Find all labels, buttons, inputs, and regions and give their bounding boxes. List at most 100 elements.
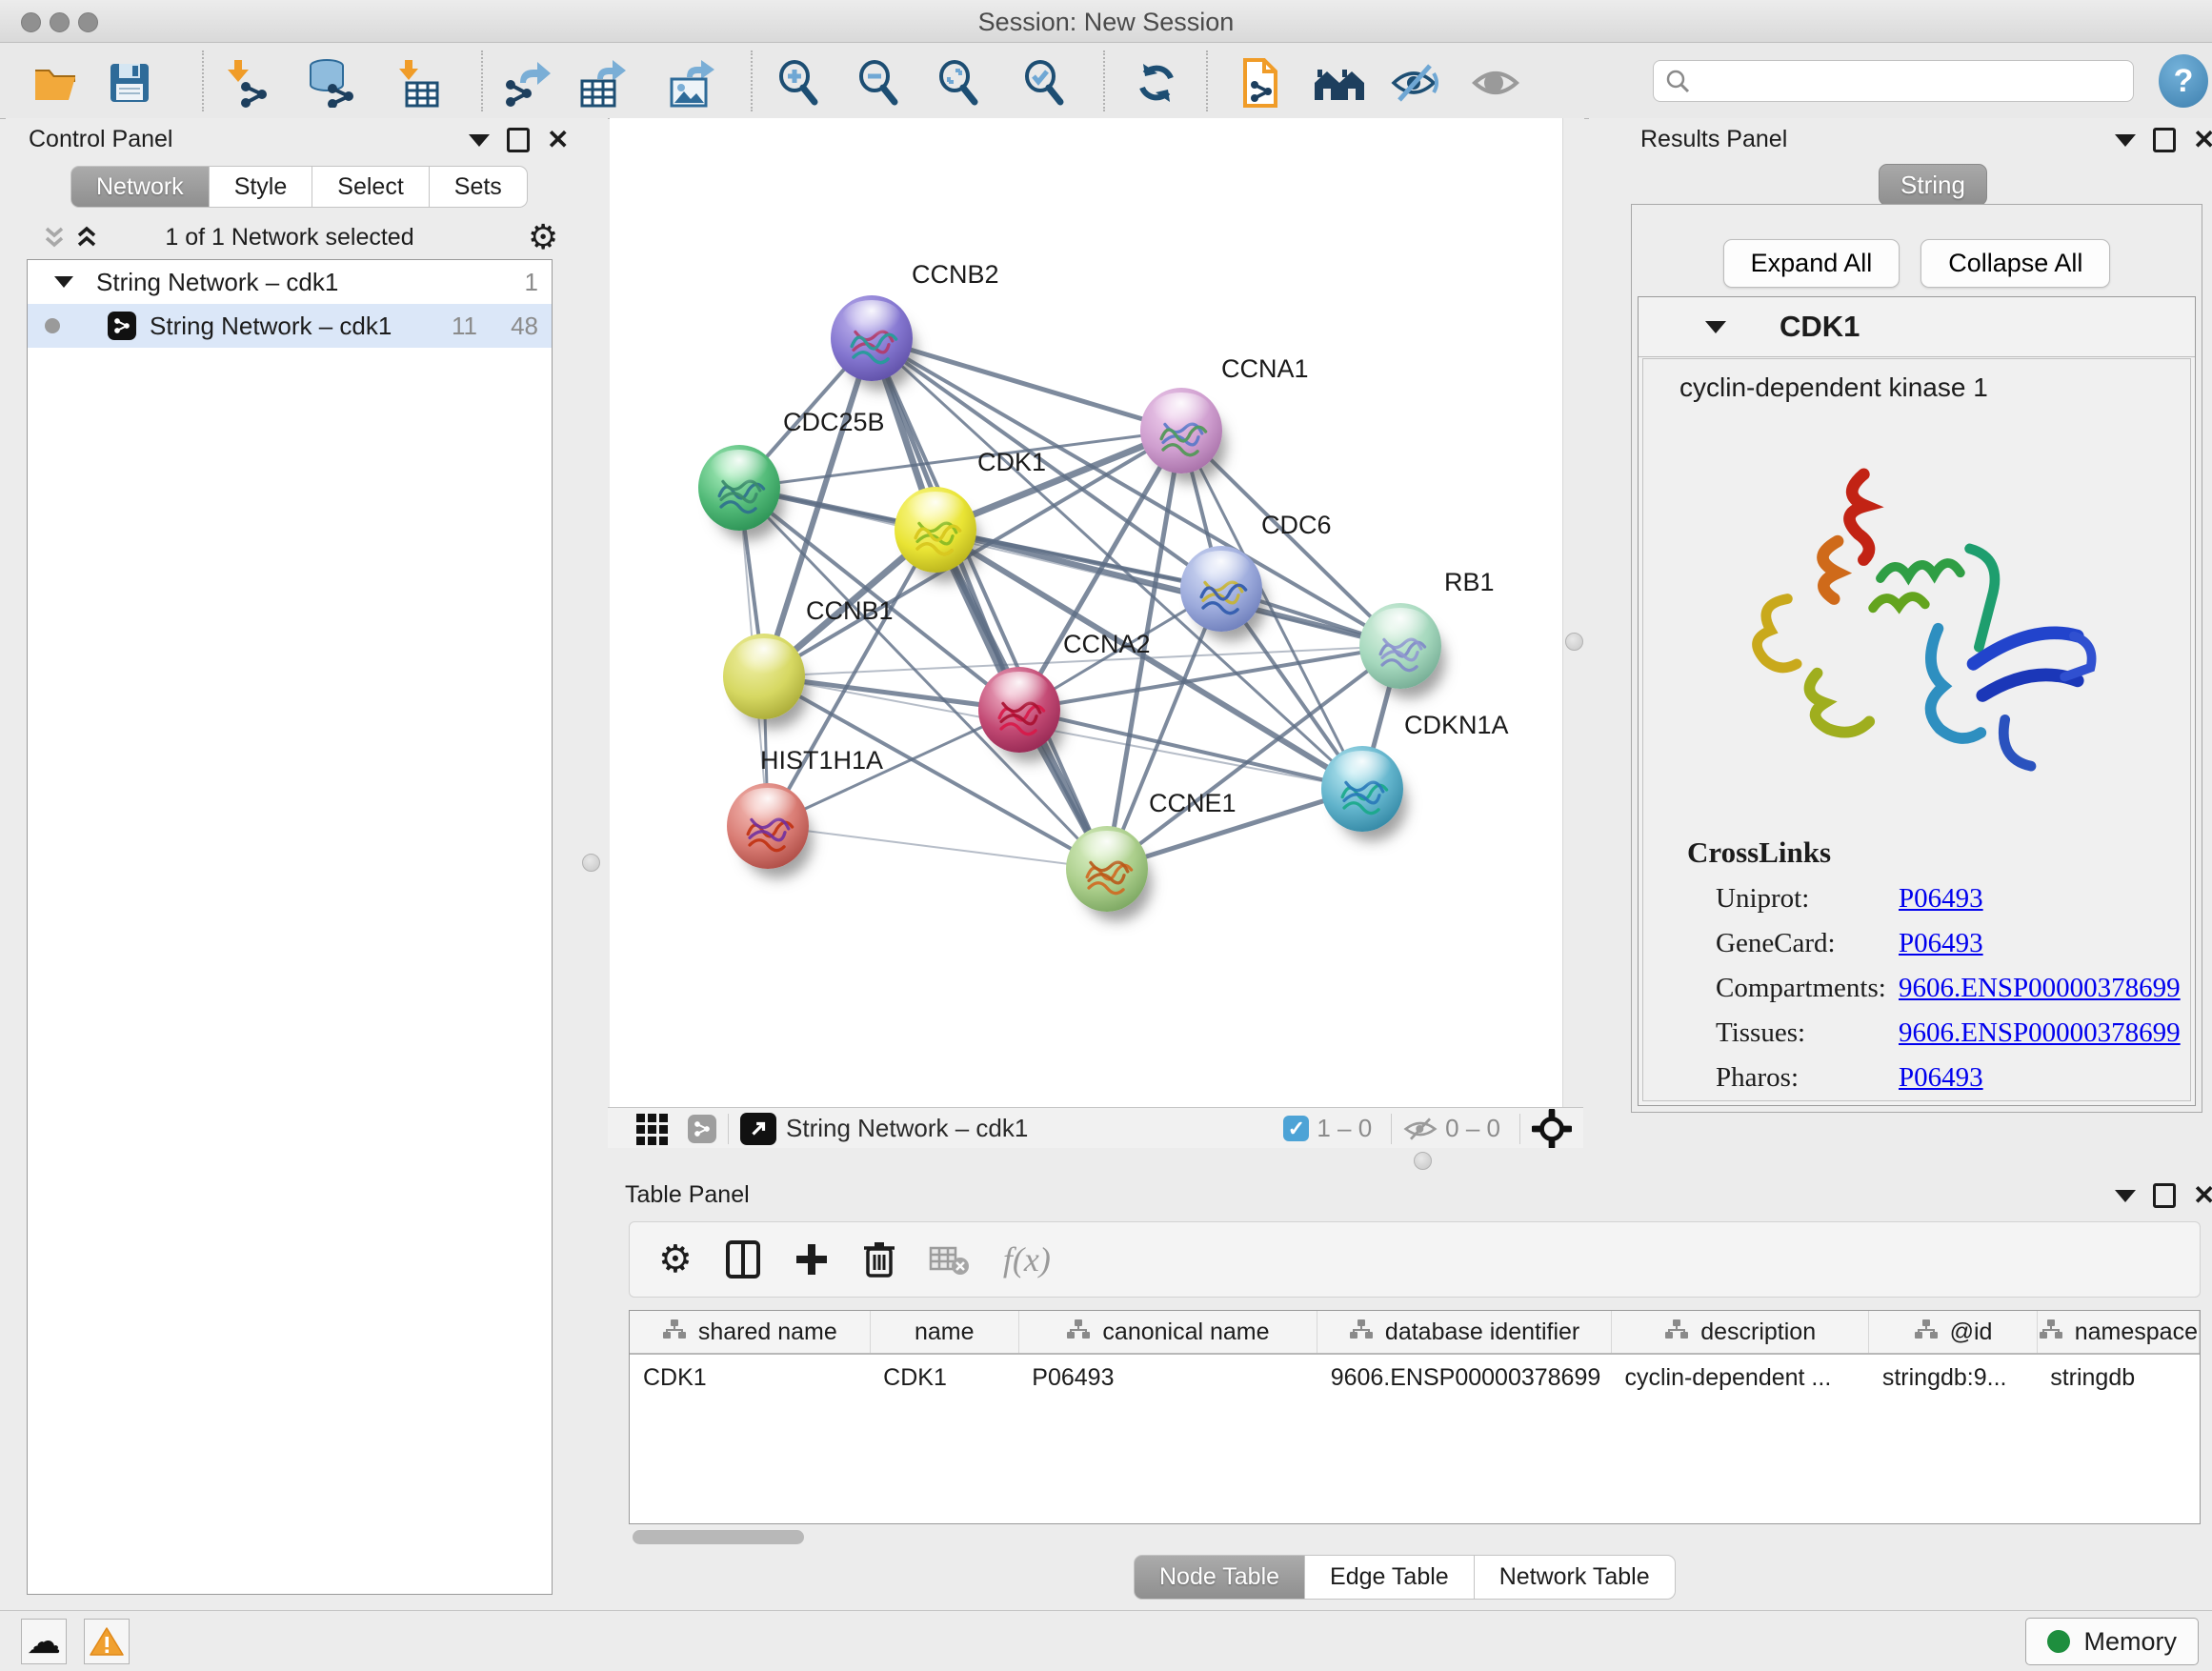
delete-table-icon[interactable]: [929, 1242, 971, 1277]
panel-menu-icon[interactable]: [2115, 134, 2136, 147]
network-node-CDKN1A[interactable]: [1321, 746, 1403, 832]
crosslink-value-link[interactable]: 9606.ENSP00000378699: [1899, 973, 2181, 1004]
right-panel-splitter[interactable]: [1562, 118, 1584, 1107]
splitter-handle[interactable]: [582, 854, 600, 872]
hide-selected-button[interactable]: [1389, 56, 1442, 110]
warnings-button[interactable]: [84, 1619, 130, 1664]
column-header[interactable]: description: [1611, 1311, 1868, 1354]
network-node-CCNB2[interactable]: [831, 295, 913, 381]
tab-sets[interactable]: Sets: [430, 166, 528, 208]
help-button[interactable]: ?: [2159, 54, 2208, 108]
section-expand-icon[interactable]: [1705, 321, 1726, 333]
collection-expand-icon[interactable]: [54, 276, 73, 288]
network-edge[interactable]: [872, 338, 1107, 869]
table-options-gear-icon[interactable]: ⚙: [658, 1242, 693, 1277]
export-image-button[interactable]: [665, 56, 718, 110]
column-header[interactable]: namespace: [2037, 1311, 2199, 1354]
selected-checkbox-icon[interactable]: ✓: [1283, 1116, 1309, 1141]
panel-menu-icon[interactable]: [469, 134, 490, 147]
splitter-handle[interactable]: [1414, 1152, 1432, 1170]
new-network-from-selection-button[interactable]: [1233, 56, 1286, 110]
tab-edge-table[interactable]: Edge Table: [1305, 1555, 1475, 1600]
search-field[interactable]: [1653, 60, 2134, 102]
column-header[interactable]: name: [870, 1311, 1018, 1354]
network-node-CDC25B[interactable]: [698, 445, 780, 531]
tab-network[interactable]: Network: [70, 166, 210, 208]
table-cell[interactable]: stringdb:9...: [1869, 1354, 2037, 1400]
create-column-icon[interactable]: [794, 1241, 830, 1278]
panel-float-icon[interactable]: [2153, 1183, 2176, 1208]
crosslink-value-link[interactable]: P06493: [1899, 883, 1983, 915]
network-edge[interactable]: [935, 530, 1400, 646]
network-edge[interactable]: [872, 338, 1181, 431]
tab-network-table[interactable]: Network Table: [1475, 1555, 1676, 1600]
table-cell[interactable]: cyclin-dependent ...: [1611, 1354, 1868, 1400]
delete-column-icon[interactable]: [862, 1239, 896, 1279]
panel-float-icon[interactable]: [507, 128, 530, 152]
network-collection-row[interactable]: String Network – cdk1 1: [28, 260, 552, 304]
tab-style[interactable]: Style: [210, 166, 313, 208]
memory-button[interactable]: Memory: [2025, 1618, 2199, 1665]
column-header[interactable]: canonical name: [1018, 1311, 1317, 1354]
tab-select[interactable]: Select: [312, 166, 429, 208]
crosslink-value-link[interactable]: P06493: [1899, 928, 1983, 959]
expand-all-button[interactable]: Expand All: [1723, 239, 1900, 288]
cloud-button[interactable]: ☁: [21, 1619, 67, 1664]
panel-close-icon[interactable]: ✕: [547, 131, 569, 150]
crosslink-value-link[interactable]: P06493: [1899, 1062, 1983, 1094]
import-network-from-file-button[interactable]: [219, 56, 272, 110]
table-cell[interactable]: CDK1: [630, 1354, 870, 1400]
detach-view-icon[interactable]: [740, 1113, 776, 1145]
network-row[interactable]: String Network – cdk1 11 48: [28, 304, 552, 348]
table-cell[interactable]: 9606.ENSP00000378699: [1317, 1354, 1612, 1400]
table-cell[interactable]: stringdb: [2037, 1354, 2199, 1400]
open-session-button[interactable]: [30, 56, 83, 110]
import-table-button[interactable]: [391, 56, 444, 110]
protein-section-header[interactable]: CDK1: [1639, 297, 2195, 357]
export-network-button[interactable]: [501, 56, 554, 110]
network-node-CDC6[interactable]: [1180, 546, 1262, 632]
export-table-button[interactable]: [575, 56, 629, 110]
import-network-from-database-button[interactable]: [305, 56, 358, 110]
table-horizontal-scrollbar[interactable]: [633, 1530, 804, 1544]
network-node-CCNE1[interactable]: [1066, 826, 1148, 912]
zoom-in-button[interactable]: [772, 56, 825, 110]
save-session-button[interactable]: [103, 56, 156, 110]
grid-view-icon[interactable]: [634, 1112, 671, 1146]
panel-close-icon[interactable]: ✕: [2193, 131, 2212, 150]
network-node-CDK1[interactable]: [895, 487, 976, 573]
network-view-type-icon[interactable]: [688, 1115, 716, 1143]
table-panel-splitter[interactable]: [608, 1148, 2212, 1174]
network-node-CCNA2[interactable]: [978, 667, 1060, 753]
zoom-fit-button[interactable]: [932, 56, 985, 110]
left-panel-splitter[interactable]: [573, 118, 608, 1610]
zoom-out-button[interactable]: [852, 56, 905, 110]
network-edge[interactable]: [1019, 710, 1362, 789]
panel-menu-icon[interactable]: [2115, 1190, 2136, 1202]
column-header[interactable]: database identifier: [1317, 1311, 1612, 1354]
collapse-all-button[interactable]: Collapse All: [1920, 239, 2110, 288]
first-neighbors-button[interactable]: [1313, 56, 1366, 110]
column-header[interactable]: @id: [1869, 1311, 2037, 1354]
table-cell[interactable]: P06493: [1018, 1354, 1317, 1400]
network-options-gear-icon[interactable]: ⚙: [528, 220, 558, 254]
network-node-RB1[interactable]: [1359, 603, 1441, 689]
zoom-selected-button[interactable]: [1017, 56, 1071, 110]
tab-node-table[interactable]: Node Table: [1134, 1555, 1305, 1600]
network-node-CCNB1[interactable]: [723, 634, 805, 719]
table-row[interactable]: CDK1CDK1P064939606.ENSP00000378699cyclin…: [630, 1354, 2200, 1400]
function-builder-icon[interactable]: f(x): [1003, 1239, 1051, 1279]
apply-layout-button[interactable]: [1130, 56, 1183, 110]
network-node-HIST1H1A[interactable]: [727, 783, 809, 869]
show-columns-icon[interactable]: [725, 1239, 761, 1279]
network-node-CCNA1[interactable]: [1140, 388, 1222, 473]
tab-string[interactable]: String: [1879, 164, 1987, 206]
network-edge[interactable]: [768, 826, 1107, 869]
panel-float-icon[interactable]: [2153, 128, 2176, 152]
table-cell[interactable]: CDK1: [870, 1354, 1018, 1400]
column-header[interactable]: shared name: [630, 1311, 870, 1354]
splitter-handle[interactable]: [1565, 633, 1583, 651]
crosslink-value-link[interactable]: 9606.ENSP00000378699: [1899, 1017, 2181, 1049]
birds-eye-view-icon[interactable]: [1532, 1109, 1572, 1149]
search-input[interactable]: [1690, 67, 2103, 95]
